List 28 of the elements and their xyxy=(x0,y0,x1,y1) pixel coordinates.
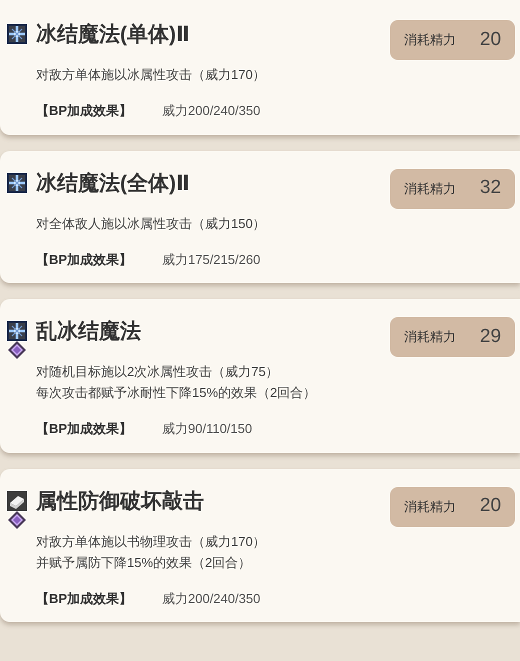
skill-title: 乱冰结魔法 xyxy=(36,318,141,345)
diamond-icon xyxy=(8,510,26,528)
skill-description: 对敌方单体施以书物理攻击（威力170） xyxy=(36,532,267,550)
cost-badge: 消耗精力 29 xyxy=(390,317,515,357)
bp-label: 【BP加成效果】 xyxy=(36,420,134,438)
skill-description: 并赋予属防下降15%的效果（2回合） xyxy=(36,554,252,572)
skill-title: 属性防御破坏敲击 xyxy=(36,488,204,514)
cost-badge: 消耗精力 20 xyxy=(390,486,515,526)
bp-label: 【BP加成效果】 xyxy=(36,590,134,608)
diamond-icon xyxy=(8,341,26,359)
bp-label: 【BP加成效果】 xyxy=(36,250,134,268)
bp-value: 威力175/215/260 xyxy=(162,250,260,268)
bp-value: 威力90/110/150 xyxy=(162,420,252,438)
bp-label: 【BP加成效果】 xyxy=(36,102,134,120)
bp-value: 威力200/240/350 xyxy=(162,102,260,120)
skill-description: 每次攻击都赋予冰耐性下降15%的效果（2回合） xyxy=(36,384,318,402)
snowflake-icon xyxy=(7,172,27,192)
bp-value: 威力200/240/350 xyxy=(162,590,260,608)
skill-description: 对全体敌人施以冰属性攻击（威力150） xyxy=(36,214,267,232)
skill-description: 对随机目标施以2次冰属性攻击（威力75） xyxy=(36,363,280,381)
book-icon xyxy=(7,490,27,510)
skill-title: 冰结魔法(全体)Ⅱ xyxy=(36,170,190,196)
skill-title: 冰结魔法(单体)Ⅱ xyxy=(36,22,190,48)
snowflake-icon xyxy=(7,321,27,341)
cost-badge: 消耗精力 32 xyxy=(390,168,515,208)
skill-description: 对敌方单体施以冰属性攻击（威力170） xyxy=(36,66,267,84)
snowflake-icon xyxy=(7,24,27,44)
cost-badge: 消耗精力 20 xyxy=(390,20,515,60)
